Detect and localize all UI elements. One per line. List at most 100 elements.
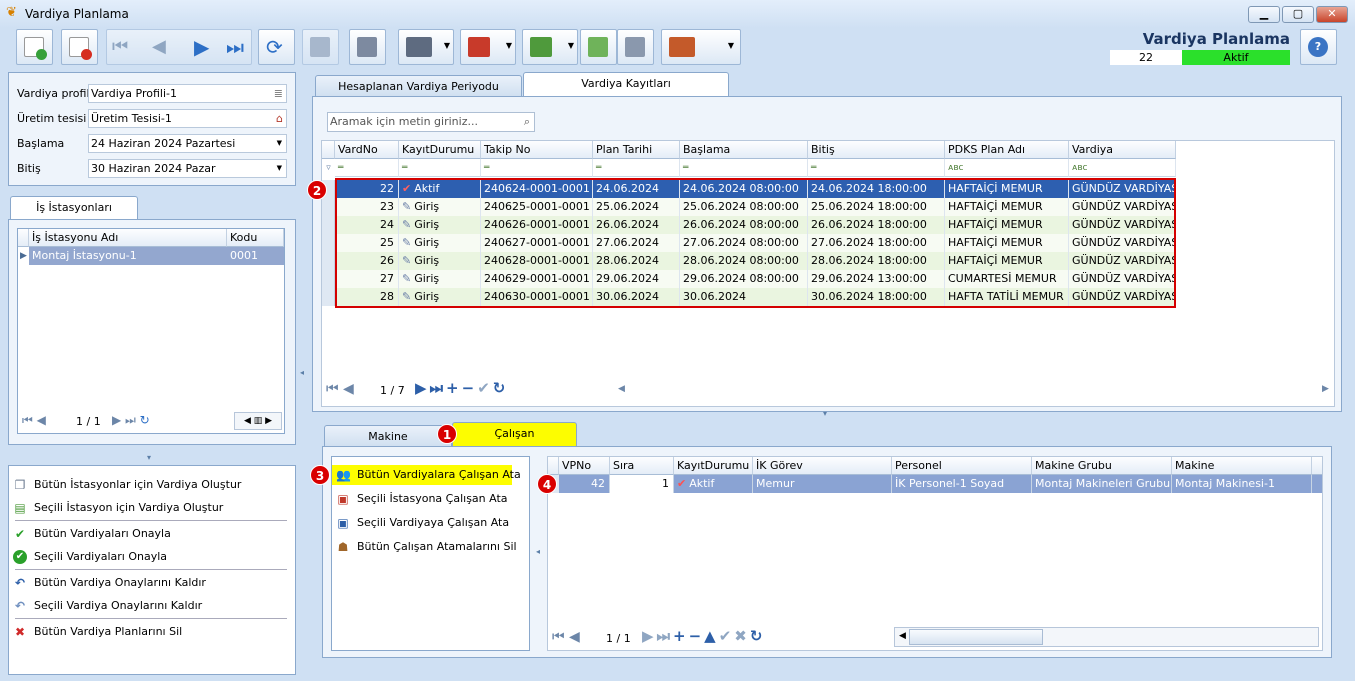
col-station-code[interactable]: Kodu xyxy=(227,229,284,247)
row-indicator[interactable] xyxy=(322,270,335,288)
auto-filter-cell[interactable]: ᴀʙc xyxy=(1069,159,1176,177)
auto-filter-cell[interactable]: ᴀʙc xyxy=(945,159,1069,177)
table-cell[interactable]: ✔ Aktif xyxy=(674,475,753,493)
col-header[interactable]: VardNo xyxy=(335,141,399,159)
last-record-icon[interactable]: ⏭ xyxy=(226,35,244,59)
auto-filter-cell[interactable]: ═ xyxy=(680,159,808,177)
approve-all-action[interactable]: ✔ Bütün Vardiyaları Onayla xyxy=(9,524,171,544)
import-button[interactable] xyxy=(580,29,617,65)
emp-col-header[interactable]: VPNo xyxy=(559,457,610,475)
splitter-arrow-icon[interactable]: ▾ xyxy=(147,453,151,462)
print-button[interactable]: ▼ xyxy=(398,29,454,65)
refresh-button[interactable]: ⟳ xyxy=(258,29,295,65)
create-selected-station-action[interactable]: ▤ Seçili İstasyon için Vardiya Oluştur xyxy=(9,498,223,518)
delete-all-assignments-action[interactable]: ☗ Bütün Çalışan Atamalarını Sil xyxy=(332,537,517,557)
col-station-name[interactable]: İş İstasyonu Adı xyxy=(29,229,227,247)
next-page-icon[interactable]: ▶ ⏭ ↻ xyxy=(112,413,150,428)
emp-first-prev-icon[interactable]: ⏮ ◀ xyxy=(552,629,580,645)
table-cell[interactable] xyxy=(1312,475,1322,493)
profile-field[interactable]: Vardiya Profili-1 ≣ xyxy=(88,84,287,103)
col-header[interactable]: Takip No xyxy=(481,141,593,159)
emp-col-header[interactable]: Makine xyxy=(1172,457,1312,475)
first-page-icon[interactable]: ⏮ ◀ xyxy=(22,413,46,428)
tab-stations[interactable]: İş İstasyonları xyxy=(10,196,138,220)
tab-calculated-period[interactable]: Hesaplanan Vardiya Periyodu xyxy=(315,75,522,97)
emp-grid-nav-actions-icon[interactable]: ▶⏭+−▲✔✖↻ xyxy=(642,627,765,645)
auto-filter-cell[interactable]: ═ xyxy=(808,159,945,177)
delete-button[interactable] xyxy=(61,29,98,65)
exit-button[interactable]: ▼ xyxy=(661,29,741,65)
table-cell[interactable]: İK Personel-1 Soyad xyxy=(892,475,1032,493)
assign-selected-shift-action[interactable]: ▣ Seçili Vardiyaya Çalışan Ata xyxy=(332,513,509,533)
stations-hscrollbar[interactable]: ◀ ▥ ▶ xyxy=(234,412,282,430)
create-all-stations-action[interactable]: ❐ Bütün İstasyonlar için Vardiya Oluştur xyxy=(9,475,242,495)
emp-col-header[interactable]: Makine Grubu xyxy=(1032,457,1172,475)
col-header[interactable]: Vardiya xyxy=(1069,141,1176,159)
table-cell[interactable]: Memur xyxy=(753,475,892,493)
facility-field[interactable]: Üretim Tesisi-1 ⌂ xyxy=(88,109,287,128)
emp-col-header[interactable]: Sıra xyxy=(610,457,674,475)
profile-label: Vardiya profili xyxy=(17,87,93,100)
table-cell[interactable]: Montaj Makinesi-1 xyxy=(1172,475,1312,493)
tab-employee[interactable]: Çalışan xyxy=(452,422,577,446)
tab-shift-records[interactable]: Vardiya Kayıtları xyxy=(523,72,729,96)
row-indicator[interactable] xyxy=(322,252,335,270)
end-date-field[interactable]: 30 Haziran 2024 Pazar ▼ xyxy=(88,159,287,178)
collapse-left-icon[interactable]: ◂ xyxy=(536,547,540,556)
unapprove-all-action[interactable]: ↶ Bütün Vardiya Onaylarını Kaldır xyxy=(9,573,206,593)
grid-first-prev-icon[interactable]: ⏮ ◀ xyxy=(326,381,354,397)
emp-col-header[interactable]: KayıtDurumu xyxy=(674,457,753,475)
table-cell[interactable]: 42 xyxy=(559,475,610,493)
station-name-cell[interactable]: Montaj İstasyonu-1 xyxy=(29,247,227,265)
assign-selected-station-action[interactable]: ▣ Seçili İstasyona Çalışan Ata xyxy=(332,489,507,509)
filter-icon[interactable]: ▿ xyxy=(322,159,335,177)
station-code-cell[interactable]: 0001 xyxy=(227,247,284,265)
emp-col-header-more[interactable] xyxy=(1312,457,1322,475)
grid-nav-actions-icon[interactable]: ▶⏭+−✔↻ xyxy=(415,379,508,397)
cancel-save-button[interactable] xyxy=(349,29,386,65)
col-header[interactable]: Plan Tarihi xyxy=(593,141,680,159)
pdf-export-button[interactable]: ▼ xyxy=(460,29,516,65)
scroll-right-icon[interactable]: ▶ xyxy=(1322,384,1329,394)
table-cell[interactable]: 1 xyxy=(610,475,674,493)
table-cell[interactable]: Montaj Makineleri Grubu xyxy=(1032,475,1172,493)
col-header[interactable]: PDKS Plan Adı xyxy=(945,141,1069,159)
col-header[interactable]: KayıtDurumu xyxy=(399,141,481,159)
start-date-field[interactable]: 24 Haziran 2024 Pazartesi ▼ xyxy=(88,134,287,153)
emp-hscrollbar[interactable]: ◀ xyxy=(894,627,1319,647)
auto-filter-cell[interactable]: ═ xyxy=(481,159,593,177)
col-header[interactable]: Başlama xyxy=(680,141,808,159)
next-record-icon[interactable]: ▶ xyxy=(194,35,209,59)
save-button[interactable] xyxy=(302,29,339,65)
collapse-left-icon[interactable]: ◂ xyxy=(300,368,304,377)
export-button[interactable]: ▼ xyxy=(522,29,578,65)
tab-machine[interactable]: Makine xyxy=(324,425,452,447)
minimize-button[interactable]: ▁ xyxy=(1248,6,1280,23)
assign-all-shifts-action[interactable]: 👥 Bütün Vardiyalara Çalışan Ata xyxy=(332,465,521,485)
window-title: Vardiya Planlama xyxy=(25,7,129,21)
row-indicator[interactable] xyxy=(322,198,335,216)
row-indicator[interactable] xyxy=(322,234,335,252)
unapprove-selected-action[interactable]: ↶ Seçili Vardiya Onaylarını Kaldır xyxy=(9,596,202,616)
auto-filter-cell[interactable]: ═ xyxy=(593,159,680,177)
row-indicator[interactable] xyxy=(322,288,335,306)
new-button[interactable] xyxy=(16,29,53,65)
scroll-thumb[interactable] xyxy=(909,629,1043,645)
delete-all-plans-action[interactable]: ✖ Bütün Vardiya Planlarını Sil xyxy=(9,622,182,642)
emp-grid-pager: 1 / 1 xyxy=(606,632,631,645)
emp-col-header[interactable]: İK Görev xyxy=(753,457,892,475)
settings-button[interactable] xyxy=(617,29,654,65)
auto-filter-cell[interactable]: ═ xyxy=(335,159,399,177)
help-button[interactable]: ? xyxy=(1300,29,1337,65)
close-button[interactable]: ✕ xyxy=(1316,6,1348,23)
maximize-button[interactable]: ▢ xyxy=(1282,6,1314,23)
scroll-left-icon[interactable]: ◀ xyxy=(618,384,625,394)
splitter-arrow-icon[interactable]: ▾ xyxy=(823,409,827,418)
row-indicator[interactable] xyxy=(322,216,335,234)
pdf-icon xyxy=(468,37,490,57)
auto-filter-cell[interactable]: ═ xyxy=(399,159,481,177)
emp-col-header[interactable]: Personel xyxy=(892,457,1032,475)
col-header[interactable]: Bitiş xyxy=(808,141,945,159)
approve-selected-action[interactable]: ✔ Seçili Vardiyaları Onayla xyxy=(9,547,167,567)
search-input[interactable]: Aramak için metin giriniz... ⌕ xyxy=(327,112,535,132)
